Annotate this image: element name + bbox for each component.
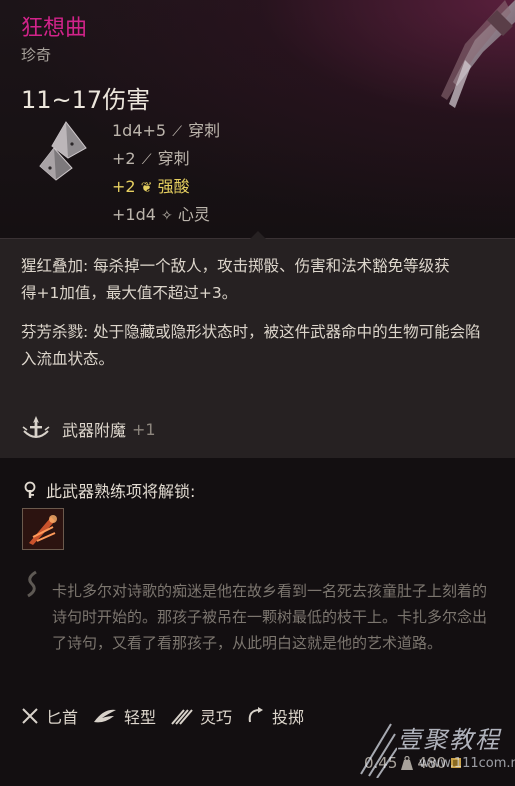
damage-range: 11~17伤害 (21, 86, 151, 114)
item-name: 狂想曲 (21, 16, 88, 41)
thrown-icon (248, 707, 264, 723)
dagger-icon (22, 708, 38, 724)
dagger-artwork-icon (441, 0, 515, 108)
enchantment-label: 武器附魔 (62, 421, 127, 440)
tooltip-header: 狂想曲 珍奇 11~17伤害 1d4+5 ⟋ 穿刺 +2 ⟋ 穿刺 +2 ❦ 强… (0, 0, 515, 238)
dice-icon (39, 121, 87, 181)
enchantment-row: 武器附魔 +1 (20, 413, 156, 445)
quill-icon (27, 570, 37, 598)
property-thrown: 投掷 (246, 704, 304, 728)
enchantment-icon (22, 416, 50, 438)
proficiency-section: 此武器熟练项将解锁: 卡扎多尔对诗歌的痴迷是他在故乡看到一名死去孩童肚子上刻着的… (0, 458, 515, 786)
property-light: 轻型 (92, 704, 156, 728)
damage-row: +2 ⟋ 穿刺 (112, 145, 220, 173)
lock-icon (24, 481, 36, 498)
acid-icon: ❦ (140, 180, 153, 196)
psychic-icon: ✧ (161, 208, 173, 224)
damage-row: 1d4+5 ⟋ 穿刺 (112, 117, 220, 145)
item-rarity: 珍奇 (21, 46, 52, 64)
proficiency-action-icon[interactable] (22, 508, 64, 550)
watermark-logo-icon (360, 723, 397, 778)
divider-notch (250, 231, 266, 239)
watermark: 壹聚教程 www.111com.net (357, 718, 515, 782)
special-ability-fragrant: 芬芳杀戮: 处于隐藏或隐形状态时，被这件武器命中的生物可能会陷入流血状态。 (21, 323, 481, 368)
damage-row: +2 ❦ 强酸 (112, 173, 220, 201)
finesse-icon (171, 709, 193, 725)
weapon-properties: 匕首 轻型 灵巧 投掷 (20, 704, 318, 728)
proficiency-unlock: 此武器熟练项将解锁: (22, 478, 195, 502)
piercing-icon: ⟋ (141, 152, 152, 168)
description-block: 猩红叠加: 每杀掉一个敌人，攻击掷骰、伤害和法术豁免等级获得+1加值，最大值不超… (0, 231, 515, 467)
property-finesse: 灵巧 (170, 704, 232, 728)
watermark-text: 壹聚教程 (397, 726, 501, 754)
piercing-icon: ⟋ (172, 124, 183, 140)
watermark-url: www.111com.net (419, 756, 515, 771)
enchantment-value: +1 (132, 419, 156, 439)
damage-row: +1d4 ✧ 心灵 (112, 201, 220, 229)
light-icon (94, 709, 117, 723)
special-ability-crimson: 猩红叠加: 每杀掉一个敌人，攻击掷骰、伤害和法术豁免等级获得+1加值，最大值不超… (21, 257, 450, 302)
property-dagger: 匕首 (20, 704, 78, 728)
item-tooltip: 狂想曲 珍奇 11~17伤害 1d4+5 ⟋ 穿刺 +2 ⟋ 穿刺 +2 ❦ 强… (0, 0, 515, 786)
lore-text: 卡扎多尔对诗歌的痴迷是他在故乡看到一名死去孩童肚子上刻着的诗句时开始的。那孩子被… (52, 582, 488, 652)
damage-breakdown: 1d4+5 ⟋ 穿刺 +2 ⟋ 穿刺 +2 ❦ 强酸 +1d4 ✧ 心灵 (112, 117, 220, 229)
